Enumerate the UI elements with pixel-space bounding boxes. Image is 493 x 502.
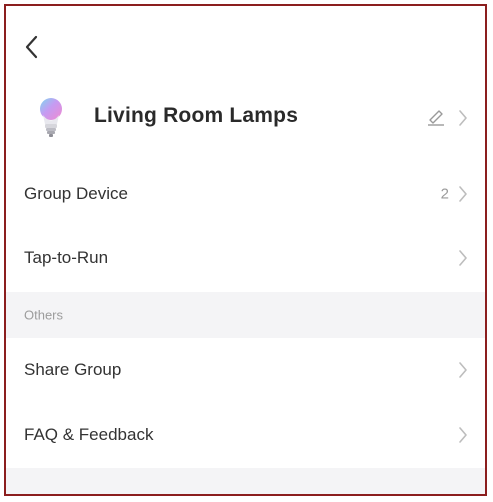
chevron-right-icon <box>459 110 467 126</box>
device-name: Living Room Lamps <box>94 104 299 127</box>
share-group-row[interactable]: Share Group <box>6 338 485 402</box>
tap-to-run-row[interactable]: Tap-to-Run <box>6 226 485 290</box>
chevron-right-icon <box>459 427 467 443</box>
device-header-row[interactable]: Living Room Lamps <box>6 88 485 148</box>
bottom-spacer-band <box>6 468 485 494</box>
share-group-label: Share Group <box>24 360 122 379</box>
chevron-right-icon <box>459 362 467 378</box>
pencil-icon[interactable] <box>425 106 447 128</box>
tap-to-run-label: Tap-to-Run <box>24 248 109 267</box>
smart-bulb-icon <box>40 98 62 137</box>
group-device-label: Group Device <box>24 184 128 203</box>
others-section-label: Others <box>24 307 64 323</box>
chevron-right-icon <box>459 186 467 202</box>
group-device-count: 2 <box>440 185 449 203</box>
back-button[interactable] <box>20 32 42 62</box>
app-screen: Living Room Lamps Group Device 2 Tap-to-… <box>4 4 487 496</box>
faq-feedback-label: FAQ & Feedback <box>24 425 154 444</box>
group-device-row[interactable]: Group Device 2 <box>6 162 485 226</box>
faq-feedback-row[interactable]: FAQ & Feedback <box>6 403 485 467</box>
back-chevron-icon <box>25 35 38 59</box>
chevron-right-icon <box>459 250 467 266</box>
others-section-header: Others <box>6 292 485 338</box>
